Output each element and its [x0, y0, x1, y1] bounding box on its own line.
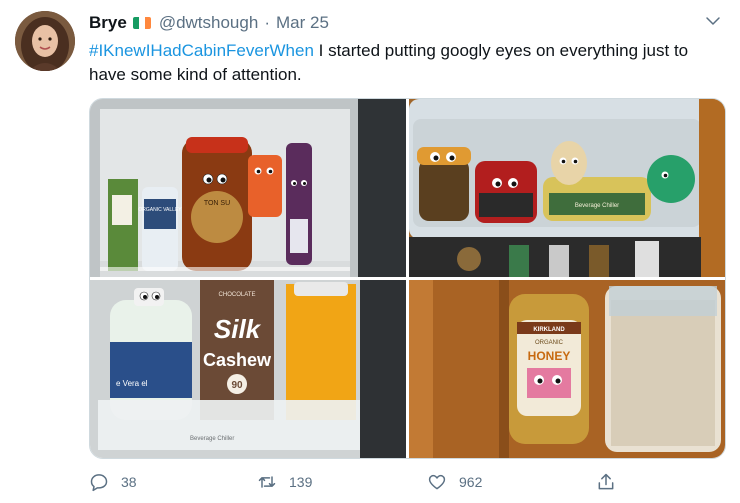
- chevron-down-icon[interactable]: [704, 12, 722, 30]
- reply-icon: [90, 474, 108, 492]
- tweet-date[interactable]: Mar 25: [276, 13, 329, 33]
- retweet-count: 139: [289, 474, 313, 490]
- like-button[interactable]: 962: [427, 467, 482, 497]
- share-button[interactable]: [596, 467, 628, 497]
- kirkland-label: KIRKLAND: [533, 327, 565, 333]
- avatar-image: [15, 11, 75, 71]
- retweet-icon: [258, 476, 276, 488]
- user-handle[interactable]: @dwtshough: [159, 13, 259, 33]
- container-label: Beverage Chiller: [575, 203, 619, 209]
- tweet-actions: 38 139 962: [89, 467, 629, 497]
- jar-label: TON SU: [204, 200, 230, 207]
- carton-badge: 90: [231, 380, 243, 391]
- hashtag-link[interactable]: #IKnewIHadCabinFeverWhen: [89, 41, 314, 60]
- reply-button[interactable]: 38: [89, 467, 137, 497]
- honey-rice-image: KIRKLAND ORGANIC HONEY: [409, 280, 725, 458]
- silk-cashew-image: e Vera el CHOCOLATE Silk Cashew 90 Bever…: [90, 280, 406, 458]
- tweet-header: Brye @dwtshough · Mar 25: [89, 12, 720, 34]
- organic-label: ORGANIC: [535, 340, 564, 346]
- photo-fridge-door-jar[interactable]: ORGANIC VALLEY TON SU: [90, 99, 406, 277]
- bottle-label: ORGANIC VALLEY: [138, 207, 182, 213]
- like-count: 962: [459, 474, 483, 490]
- photo-honey-rice[interactable]: KIRKLAND ORGANIC HONEY: [409, 280, 725, 458]
- avatar[interactable]: [15, 11, 75, 71]
- photo-silk-cashew[interactable]: e Vera el CHOCOLATE Silk Cashew 90 Bever…: [90, 280, 406, 458]
- photo-drawer-jars[interactable]: Beverage Chiller: [409, 99, 725, 277]
- separator-dot: ·: [264, 13, 270, 32]
- side-text: e Vera el: [116, 379, 148, 388]
- retweet-button[interactable]: 139: [257, 467, 312, 497]
- silk-logo: Silk: [214, 314, 262, 344]
- honey-label: HONEY: [528, 349, 571, 363]
- display-name[interactable]: Brye: [89, 13, 127, 33]
- fridge-door-image: ORGANIC VALLEY TON SU: [90, 99, 406, 277]
- photo-grid: ORGANIC VALLEY TON SU Beverage Chiller e…: [89, 98, 726, 459]
- heart-icon: [428, 474, 446, 490]
- tweet-text: #IKnewIHadCabinFeverWhen I started putti…: [89, 39, 709, 87]
- reply-count: 38: [121, 474, 137, 490]
- ireland-flag-icon: [132, 17, 151, 29]
- share-icon: [598, 473, 614, 490]
- drawer-image: Beverage Chiller: [409, 99, 725, 277]
- chiller-label: Beverage Chiller: [190, 436, 234, 442]
- carton-top-text: CHOCOLATE: [219, 292, 256, 298]
- carton-name: Cashew: [203, 350, 272, 370]
